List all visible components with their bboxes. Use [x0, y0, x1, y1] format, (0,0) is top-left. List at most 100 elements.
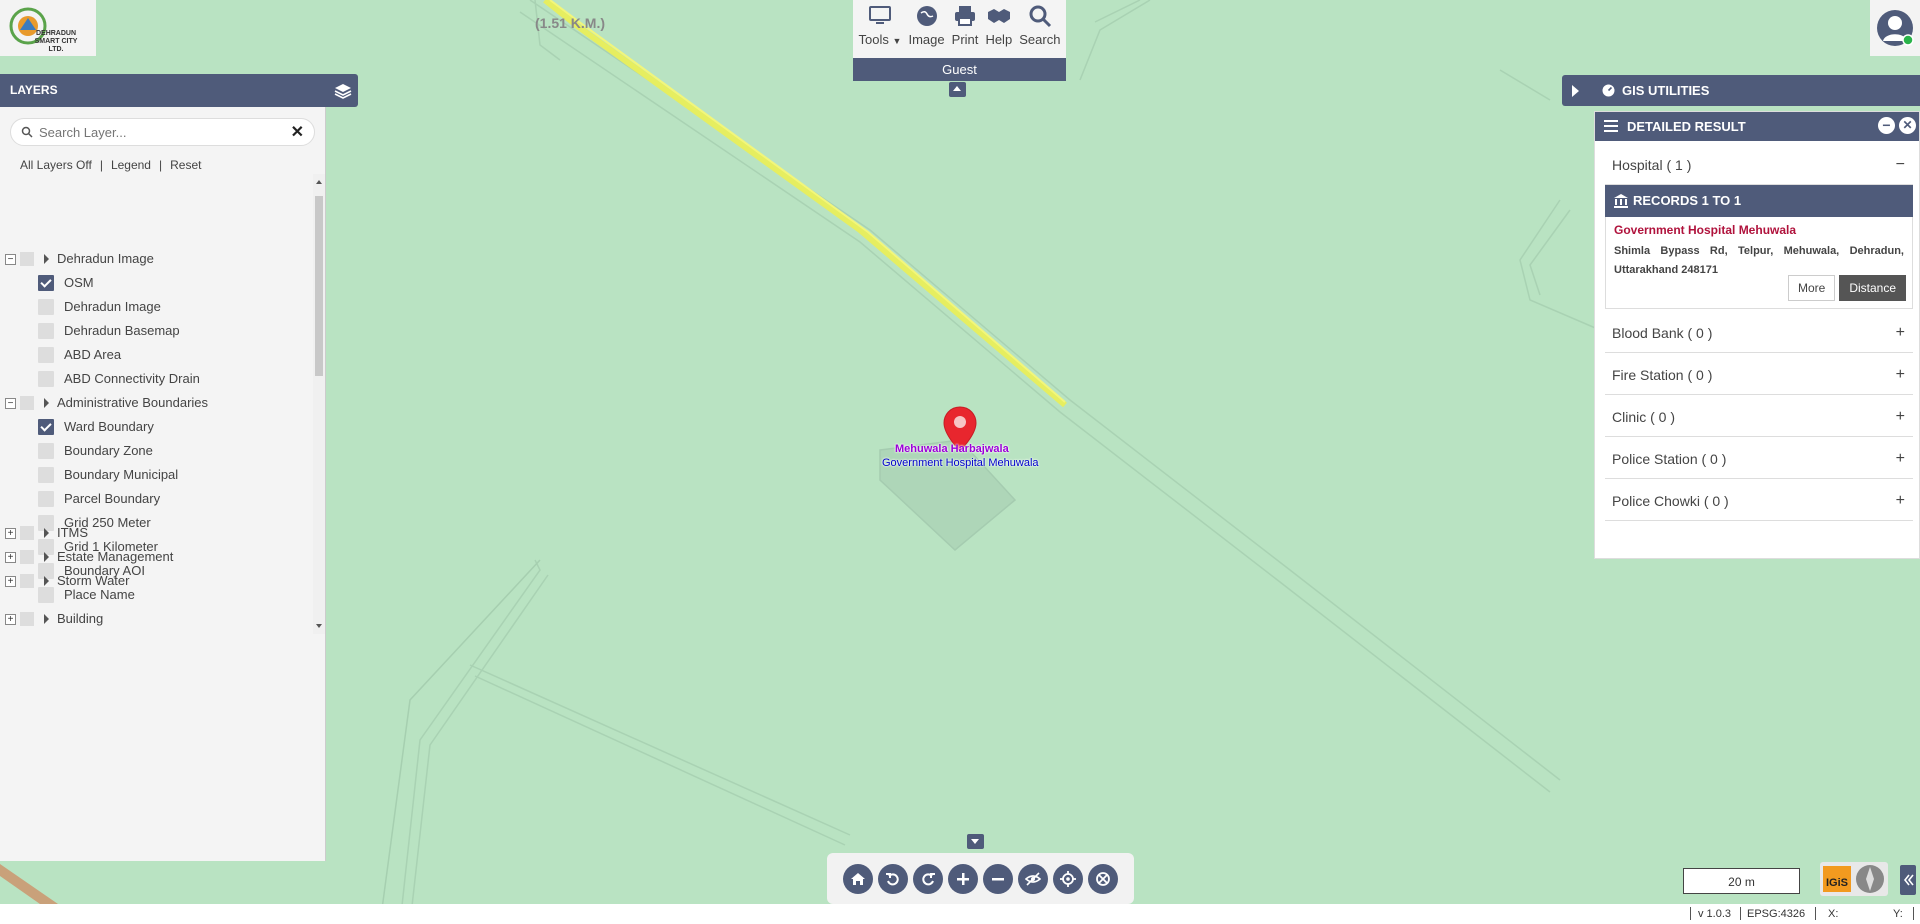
expand-icon[interactable]: + — [1896, 481, 1905, 521]
layer-checkbox[interactable] — [38, 347, 54, 363]
layer-item-osm[interactable]: OSM — [38, 271, 94, 295]
undo-button[interactable] — [878, 863, 908, 894]
user-avatar[interactable] — [1870, 0, 1920, 56]
clear-button[interactable] — [1088, 863, 1118, 894]
link-separator: | — [99, 158, 103, 172]
layer-group-estate-management[interactable]: + Estate Management — [5, 545, 173, 569]
layer-checkbox[interactable] — [38, 299, 54, 315]
image-button[interactable]: Image — [908, 4, 945, 58]
layer-group-itms[interactable]: + ITMS — [5, 521, 88, 545]
layer-item-abd-connectivity-drain[interactable]: ABD Connectivity Drain — [38, 367, 200, 391]
more-button[interactable]: More — [1787, 275, 1836, 301]
minimize-icon[interactable]: − — [1878, 117, 1895, 134]
section-clinic[interactable]: Clinic ( 0 ) + — [1605, 397, 1913, 437]
layer-checkbox[interactable] — [38, 443, 54, 459]
section-hospital[interactable]: Hospital ( 1 ) − — [1605, 145, 1913, 185]
group-checkbox[interactable] — [20, 550, 34, 564]
layer-checkbox[interactable] — [38, 419, 54, 435]
expand-icon[interactable]: + — [1896, 397, 1905, 437]
group-checkbox[interactable] — [20, 526, 34, 540]
layer-item-ward-boundary[interactable]: Ward Boundary — [38, 415, 154, 439]
layer-label: Dehradun Image — [57, 251, 154, 266]
y-coordinate-label: Y: — [1893, 908, 1903, 920]
collapse-icon[interactable]: − — [5, 397, 16, 409]
expand-icon[interactable]: + — [1896, 355, 1905, 395]
status-footer: v 1.0.3 EPSG:4326 X: Y: — [0, 904, 1920, 924]
layer-search-input[interactable] — [39, 124, 291, 140]
help-button[interactable]: Help — [985, 4, 1012, 58]
scroll-thumb[interactable] — [315, 196, 323, 376]
gis-utilities-bar[interactable]: GIS UTILITIES — [1562, 75, 1920, 106]
detailed-result-title: DETAILED RESULT — [1627, 119, 1746, 134]
redo-button[interactable] — [913, 863, 943, 894]
close-icon[interactable]: ✕ — [1899, 117, 1916, 134]
layer-item-dehradun-basemap[interactable]: Dehradun Basemap — [38, 319, 180, 343]
layer-item-parcel-boundary[interactable]: Parcel Boundary — [38, 487, 160, 511]
layer-checkbox[interactable] — [38, 491, 54, 507]
collapse-toolbar-button[interactable] — [949, 82, 966, 97]
scale-bar: 20 m — [1683, 868, 1800, 894]
expand-icon[interactable]: + — [1896, 313, 1905, 353]
expand-icon[interactable]: + — [5, 575, 16, 587]
section-fire-station[interactable]: Fire Station ( 0 ) + — [1605, 355, 1913, 395]
all-layers-off-link[interactable]: All Layers Off — [20, 158, 92, 172]
scroll-down-icon[interactable] — [316, 624, 322, 628]
group-checkbox[interactable] — [20, 612, 34, 626]
hide-button[interactable] — [1018, 863, 1048, 894]
layer-checkbox[interactable] — [38, 275, 54, 291]
distance-button[interactable]: Distance — [1839, 275, 1906, 301]
group-checkbox[interactable] — [20, 574, 34, 588]
search-icon — [1029, 5, 1051, 28]
layer-item-boundary-zone[interactable]: Boundary Zone — [38, 439, 153, 463]
print-button[interactable]: Print — [952, 4, 978, 58]
section-blood-bank[interactable]: Blood Bank ( 0 ) + — [1605, 313, 1913, 353]
record-title[interactable]: Government Hospital Mehuwala — [1614, 223, 1904, 237]
reset-link[interactable]: Reset — [170, 158, 201, 172]
legend-link[interactable]: Legend — [111, 158, 151, 172]
section-police-chowki[interactable]: Police Chowki ( 0 ) + — [1605, 481, 1913, 521]
layer-item-abd-area[interactable]: ABD Area — [38, 343, 121, 367]
detailed-result-header: DETAILED RESULT − ✕ — [1595, 112, 1919, 141]
layer-group-building[interactable]: + Building — [5, 607, 103, 631]
expand-icon[interactable]: + — [5, 527, 16, 539]
zoom-out-button[interactable] — [983, 863, 1013, 894]
dehradun-smart-city-logo[interactable]: DEHRADUN SMART CITY LTD. — [0, 0, 96, 56]
layer-checkbox[interactable] — [38, 323, 54, 339]
layer-group-administrative-boundaries[interactable]: − Administrative Boundaries — [5, 391, 208, 415]
layer-group-dehradun-image[interactable]: − Dehradun Image — [5, 247, 154, 271]
search-button[interactable]: Search — [1019, 4, 1060, 58]
collapse-map-tools-button[interactable] — [967, 834, 984, 849]
group-checkbox[interactable] — [20, 252, 34, 266]
collapse-icon[interactable]: − — [5, 253, 16, 265]
home-button[interactable] — [843, 863, 873, 894]
layer-checkbox[interactable] — [38, 467, 54, 483]
section-police-station[interactable]: Police Station ( 0 ) + — [1605, 439, 1913, 479]
close-icon[interactable]: ✕ — [291, 122, 304, 142]
version-label: v 1.0.3 — [1698, 908, 1732, 920]
scroll-up-icon[interactable] — [316, 180, 322, 184]
zoom-in-button[interactable] — [948, 863, 978, 894]
bank-icon — [1614, 194, 1628, 208]
layer-item-boundary-municipal[interactable]: Boundary Municipal — [38, 463, 178, 487]
expand-side-panel-button[interactable] — [1900, 865, 1916, 895]
collapse-icon[interactable]: − — [1896, 145, 1905, 185]
layers-stack-icon[interactable] — [334, 82, 352, 100]
layer-scrollbar[interactable] — [313, 174, 325, 634]
tools-button[interactable]: Tools ▼ — [859, 4, 902, 58]
globe-icon — [916, 6, 937, 26]
layer-label: Parcel Boundary — [64, 491, 161, 506]
expand-icon[interactable]: + — [5, 551, 16, 563]
layer-item-dehradun-image[interactable]: Dehradun Image — [38, 295, 161, 319]
chevron-down-icon: ▼ — [892, 36, 902, 46]
expand-icon[interactable]: + — [1896, 439, 1905, 479]
layer-group-storm-water[interactable]: + Storm Water — [5, 569, 129, 593]
locate-button[interactable] — [1053, 863, 1083, 894]
x-coordinate-label: X: — [1828, 908, 1839, 920]
layer-label: Estate Management — [57, 549, 174, 564]
layer-label: ABD Area — [64, 347, 122, 362]
eye-slash-icon — [1025, 871, 1041, 886]
expand-icon[interactable]: + — [5, 613, 16, 625]
group-checkbox[interactable] — [20, 396, 34, 410]
layer-checkbox[interactable] — [38, 371, 54, 387]
section-label: Blood Bank ( 0 ) — [1612, 325, 1713, 341]
